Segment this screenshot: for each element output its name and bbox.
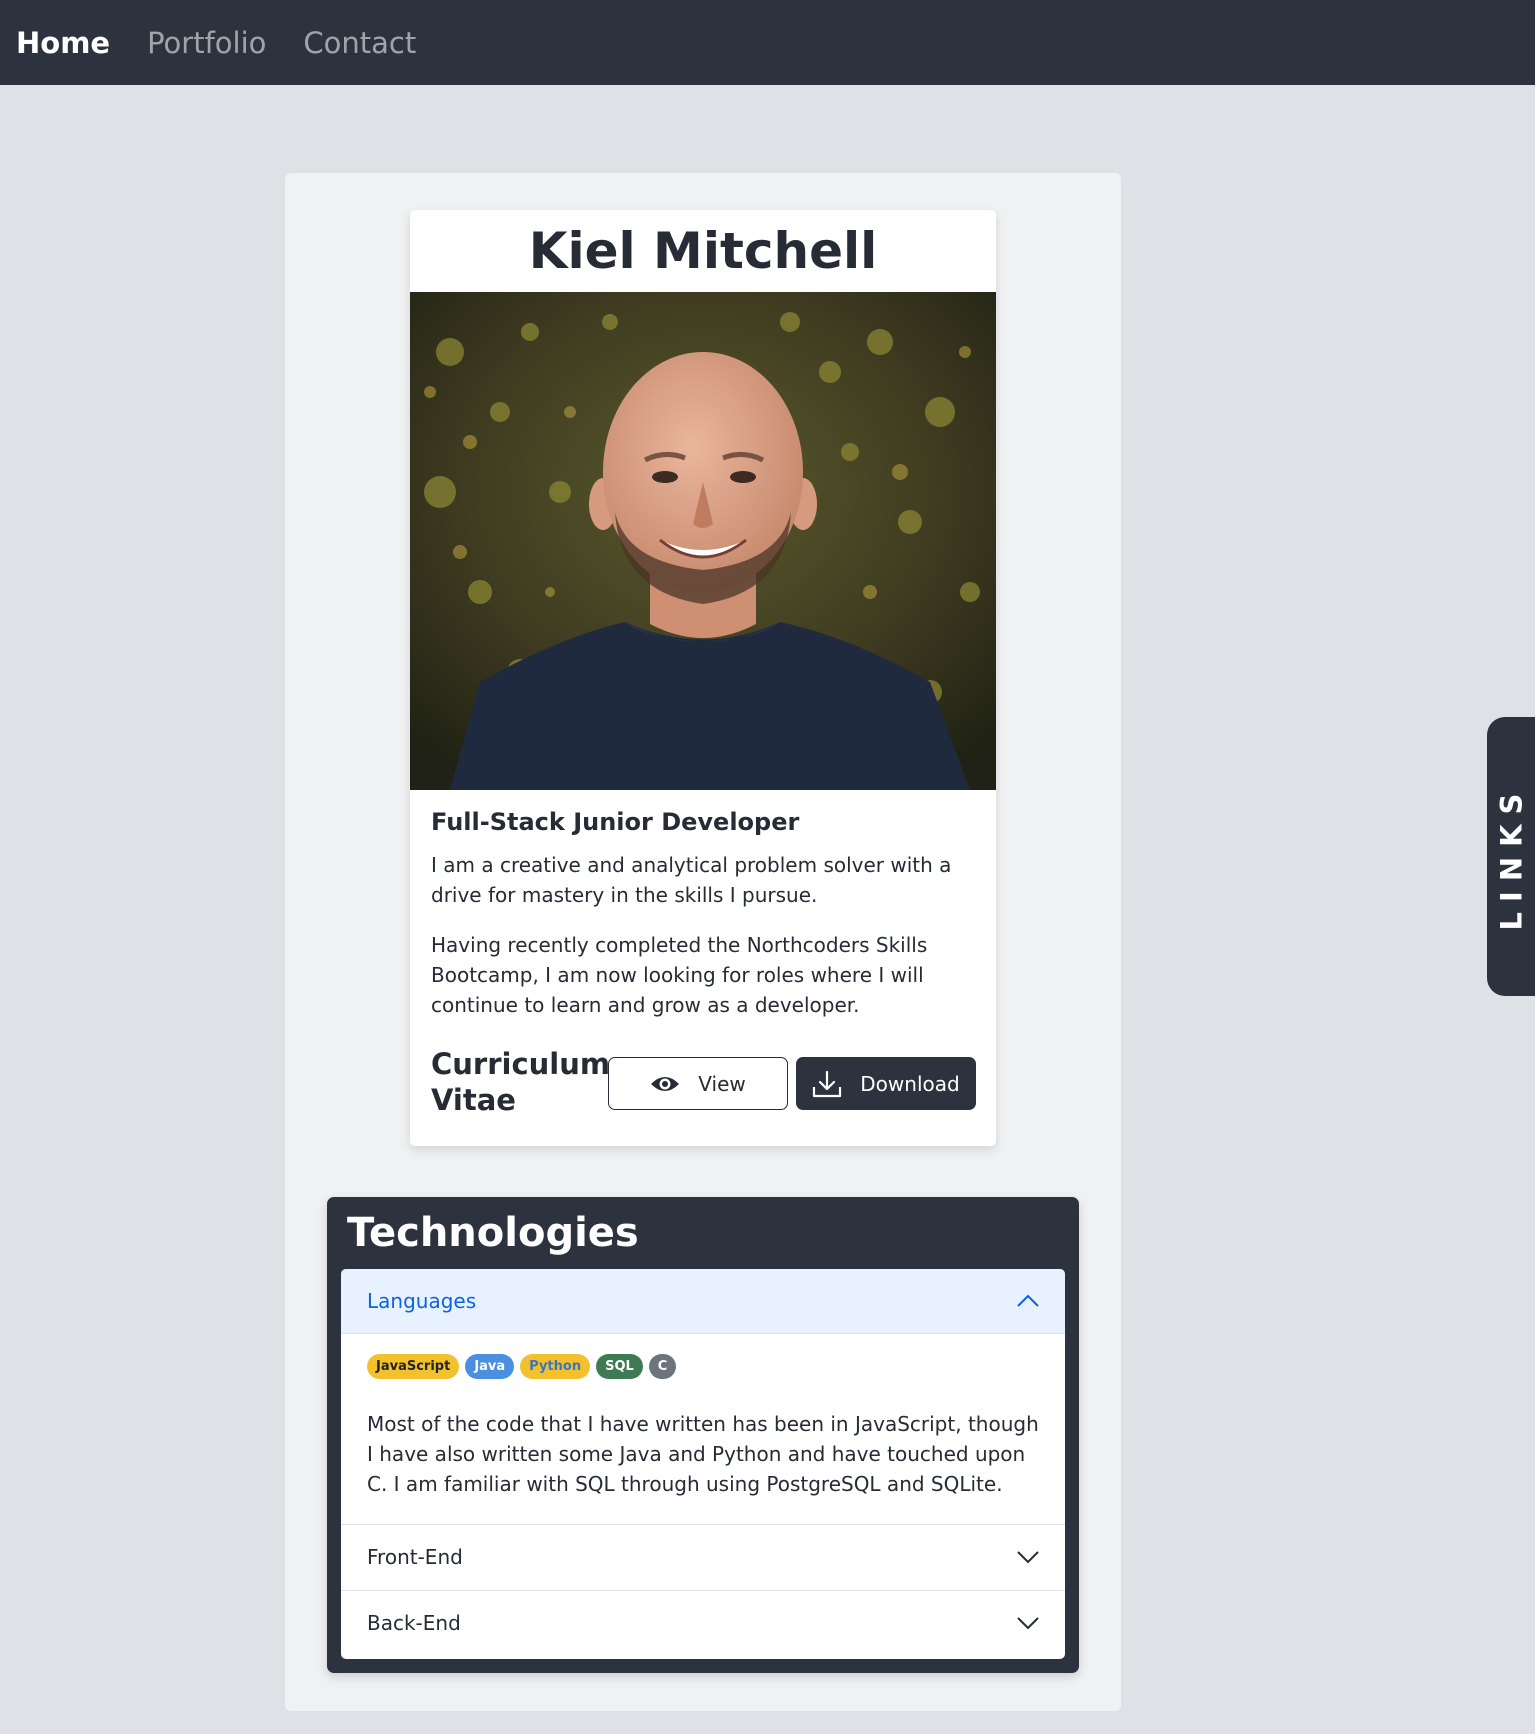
links-tab-label: LINKS (1494, 783, 1528, 930)
technologies-accordion: Languages JavaScript Java Python SQL C M… (341, 1269, 1065, 1659)
chevron-up-icon (1017, 1289, 1039, 1313)
languages-description: Most of the code that I have written has… (367, 1412, 1039, 1496)
technologies-title: Technologies (347, 1210, 639, 1256)
bio-paragraph-1: I am a creative and analytical problem s… (431, 853, 952, 907)
nav-home-link[interactable]: Home (16, 26, 110, 60)
badge-sql: SQL (596, 1354, 643, 1379)
chevron-down-icon (1017, 1545, 1039, 1569)
profile-card: Kiel Mitchell Full-Stack Junior Develope… (410, 210, 996, 1146)
badge-javascript: JavaScript (367, 1354, 460, 1379)
download-icon (812, 1070, 842, 1098)
view-cv-label: View (698, 1071, 746, 1096)
eye-icon (650, 1074, 680, 1094)
download-cv-button[interactable]: Download (796, 1057, 976, 1110)
profile-name: Kiel Mitchell (528, 222, 878, 280)
download-cv-label: Download (860, 1071, 960, 1096)
nav-portfolio-link[interactable]: Portfolio (147, 26, 266, 60)
profile-photo (410, 292, 996, 790)
bio-paragraph-2: Having recently completed the Northcoder… (431, 933, 928, 1017)
technologies-panel: Technologies Languages JavaScript Java P… (327, 1197, 1079, 1673)
chevron-down-icon (1017, 1611, 1039, 1635)
cv-label: Curriculum Vitae (431, 1047, 611, 1117)
top-navbar: Home Portfolio Contact (0, 0, 1535, 85)
accordion-frontend-header[interactable]: Front-End (341, 1524, 1065, 1589)
badge-python: Python (520, 1354, 591, 1379)
accordion-backend-header[interactable]: Back-End (341, 1590, 1065, 1655)
accordion-frontend-label: Front-End (367, 1545, 463, 1569)
nav-contact-link[interactable]: Contact (303, 26, 416, 60)
role-title: Full-Stack Junior Developer (431, 808, 800, 836)
accordion-languages-body: JavaScript Java Python SQL C Most of the… (367, 1354, 1047, 1499)
badge-c: C (648, 1354, 677, 1379)
badge-java: Java (465, 1354, 515, 1379)
view-cv-button[interactable]: View (608, 1057, 788, 1110)
language-badges: JavaScript Java Python SQL C (367, 1354, 1047, 1379)
accordion-backend-label: Back-End (367, 1611, 461, 1635)
accordion-languages-label: Languages (367, 1289, 477, 1313)
accordion-languages-header[interactable]: Languages (341, 1269, 1065, 1334)
links-side-tab[interactable]: LINKS (1487, 717, 1535, 996)
